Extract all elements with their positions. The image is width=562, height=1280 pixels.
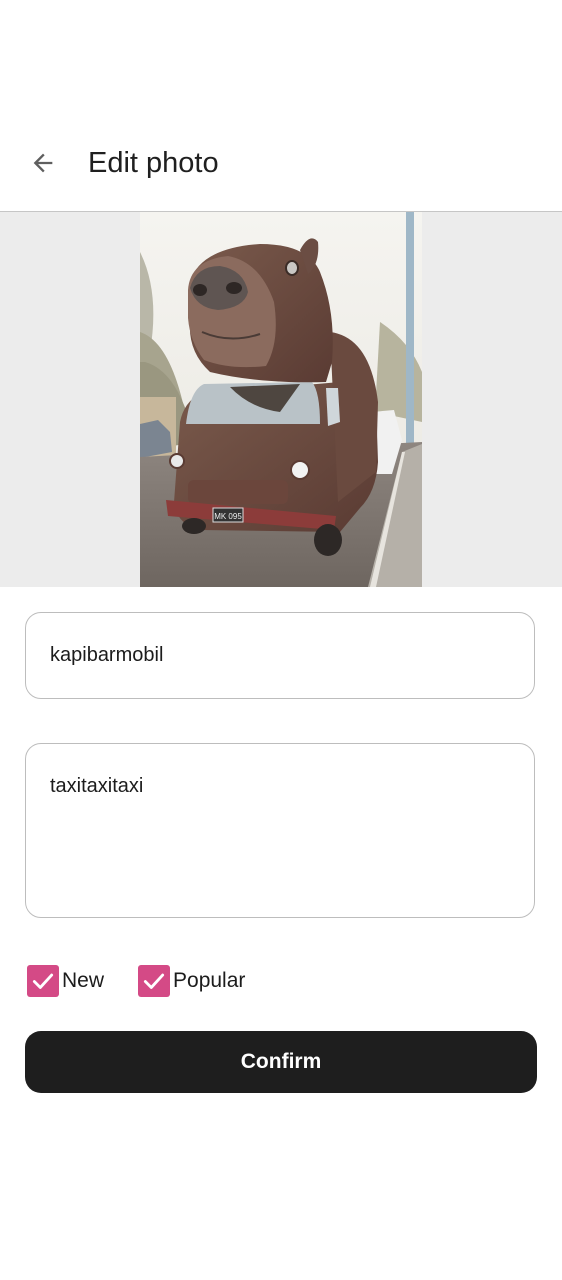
description-input-value[interactable]: taxitaxitaxi bbox=[50, 773, 143, 799]
confirm-button[interactable]: Confirm bbox=[25, 1031, 537, 1093]
title-input-value[interactable]: kapibarmobil bbox=[50, 642, 163, 668]
photo-area: MK 095 bbox=[0, 212, 562, 587]
back-button[interactable] bbox=[20, 140, 66, 186]
check-icon bbox=[32, 973, 54, 989]
checkbox-popular-box[interactable] bbox=[138, 965, 171, 997]
check-icon bbox=[143, 973, 165, 989]
arrow-back-icon bbox=[33, 153, 53, 173]
edit-photo-screen: Edit photo MK 095 kapibarmobil taxitaxit… bbox=[0, 0, 562, 1280]
checkbox-new[interactable]: New bbox=[27, 965, 104, 997]
title-field[interactable]: kapibarmobil bbox=[25, 612, 535, 699]
checkbox-popular[interactable]: Popular bbox=[138, 965, 245, 997]
checkbox-popular-label: Popular bbox=[173, 969, 246, 992]
app-bar: Edit photo bbox=[0, 114, 562, 212]
checkbox-new-box[interactable] bbox=[27, 965, 59, 997]
tag-checkboxes: New Popular bbox=[27, 964, 279, 998]
checkbox-new-label: New bbox=[62, 969, 105, 992]
page-title: Edit photo bbox=[88, 147, 219, 179]
description-field[interactable]: taxitaxitaxi bbox=[25, 743, 535, 918]
license-plate-text: MK 095 bbox=[214, 512, 242, 521]
photo-image[interactable]: MK 095 bbox=[140, 212, 422, 587]
